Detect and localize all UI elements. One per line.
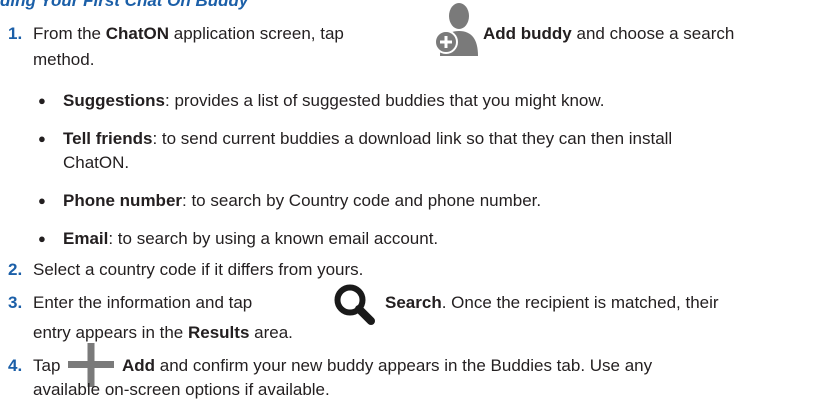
bullet-suggestions-text: : provides a list of suggested buddies t… <box>165 91 605 110</box>
bullet-tell-friends: Tell friends: to send current buddies a … <box>63 129 672 149</box>
step-1-mid: application screen, tap <box>169 24 344 43</box>
step-3-results: Results <box>187 323 250 342</box>
bullet-phone-number-text: : to search by Country code and phone nu… <box>182 191 542 210</box>
step-4-line-end: Add and confirm your new buddy appears i… <box>122 356 652 376</box>
bullet-tell-friends-text: : to send current buddies a download lin… <box>152 129 673 148</box>
section-heading: ding Your First Chat On Buddy <box>0 0 249 10</box>
bullet-email: Email: to search by using a known email … <box>63 229 438 249</box>
bullet-email-text: : to search by using a known email accou… <box>108 229 439 248</box>
step-3-line-end: Search. Once the recipient is matched, t… <box>385 293 719 313</box>
step-4-action: Add <box>122 356 156 375</box>
step-1-pre: From the <box>33 24 106 43</box>
step-4-pre: Tap <box>33 356 61 375</box>
step-3-pre: Enter the information and tap <box>33 293 253 312</box>
step-2-number: 2. <box>8 260 23 279</box>
bullet-dot: ● <box>38 231 46 246</box>
step-4-number: 4. <box>8 356 23 375</box>
step-1-app: ChatON <box>105 24 170 43</box>
step-1-number: 1. <box>8 24 23 43</box>
step-3-action: Search <box>385 293 442 312</box>
step-1-action: Add buddy <box>483 24 572 43</box>
bullet-suggestions-term: Suggestions <box>63 91 166 110</box>
bullet-tell-friends-term: Tell friends <box>63 129 153 148</box>
bullet-dot: ● <box>38 131 46 146</box>
step-3-post: . Once the recipient is matched, their <box>441 293 719 312</box>
step-1-continuation: method. <box>33 50 95 69</box>
step-3-continuation: entry appears in the Results area. <box>33 323 293 343</box>
step-1-line: From the ChatON application screen, tap <box>33 24 344 44</box>
step-1-post: and choose a search <box>571 24 735 43</box>
step-4-continuation: available on-screen options if available… <box>33 380 330 399</box>
bullet-phone-number: Phone number: to search by Country code … <box>63 191 541 211</box>
bullet-phone-number-term: Phone number <box>63 191 183 210</box>
add-buddy-icon <box>434 3 478 56</box>
bullet-dot: ● <box>38 93 46 108</box>
bullet-suggestions: Suggestions: provides a list of suggeste… <box>63 91 604 111</box>
step-3-cont-post: area. <box>249 323 293 342</box>
bullet-dot: ● <box>38 193 46 208</box>
step-3-cont-pre: entry appears in the <box>33 323 188 342</box>
step-1-line-end: Add buddy and choose a search <box>483 24 734 44</box>
step-2-text: Select a country code if it differs from… <box>33 260 364 279</box>
bullet-tell-friends-continuation: ChatON. <box>63 153 130 172</box>
step-3-number: 3. <box>8 293 23 312</box>
bullet-email-term: Email <box>63 229 109 248</box>
step-4-post: and confirm your new buddy appears in th… <box>155 356 653 375</box>
magnifier-search-icon <box>334 284 375 325</box>
